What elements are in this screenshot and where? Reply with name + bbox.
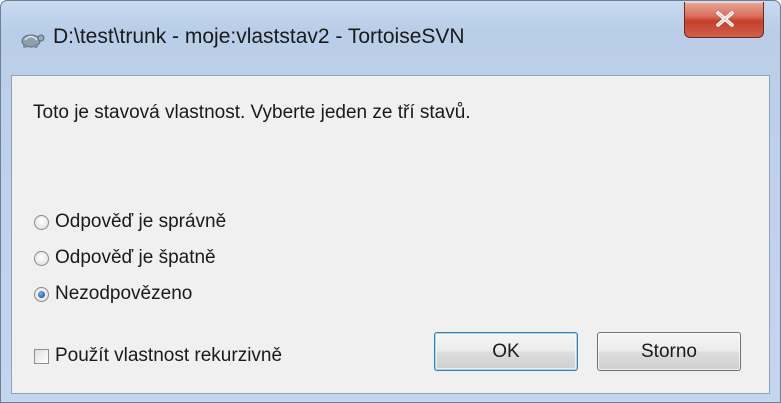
recursive-checkbox[interactable] (34, 348, 49, 364)
radio-label: Odpověď je správně (55, 211, 227, 232)
tortoisesvn-icon (19, 28, 45, 50)
title-bar[interactable]: D:\test\trunk - moje:vlaststav2 - Tortoi… (1, 1, 780, 75)
radio-button[interactable] (34, 214, 49, 230)
ok-button[interactable]: OK (434, 332, 578, 371)
radio-label: Nezodpovězeno (55, 283, 193, 304)
cancel-button[interactable]: Storno (597, 332, 741, 371)
close-button[interactable] (684, 2, 764, 38)
recursive-checkbox-row[interactable]: Použít vlastnost rekurzivně (34, 344, 282, 368)
radio-label: Odpověď je špatně (55, 247, 216, 268)
radio-option-correct[interactable]: Odpověď je správně (34, 210, 226, 234)
radio-button[interactable] (34, 250, 49, 266)
dialog-window: D:\test\trunk - moje:vlaststav2 - Tortoi… (0, 0, 781, 403)
dialog-content: Toto je stavová vlastnost. Vyberte jeden… (11, 75, 770, 394)
radio-option-wrong[interactable]: Odpověď je špatně (34, 246, 216, 270)
radio-option-unanswered[interactable]: Nezodpovězeno (34, 282, 192, 306)
close-icon (716, 11, 734, 27)
radio-button-selected[interactable] (34, 286, 49, 302)
description-text: Toto je stavová vlastnost. Vyberte jeden… (33, 102, 471, 123)
window-title: D:\test\trunk - moje:vlaststav2 - Tortoi… (53, 25, 465, 48)
recursive-checkbox-label: Použít vlastnost rekurzivně (55, 345, 283, 366)
